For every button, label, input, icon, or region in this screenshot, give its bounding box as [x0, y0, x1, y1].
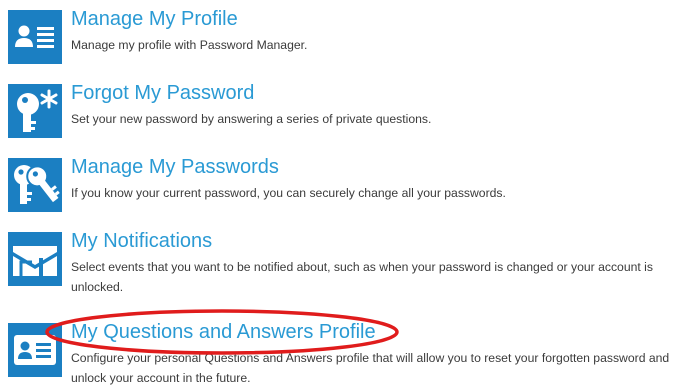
profile-card-icon[interactable]: [8, 323, 62, 377]
forgot-my-password-link[interactable]: Forgot My Password: [71, 80, 254, 106]
manage-my-profile-link[interactable]: Manage My Profile: [71, 6, 238, 32]
key-asterisk-icon[interactable]: [8, 84, 62, 138]
my-notifications-link[interactable]: My Notifications: [71, 228, 212, 254]
my-questions-and-answers-profile-description: Configure your personal Questions and An…: [71, 351, 670, 385]
menu-item-manage-my-profile[interactable]: Manage My Profile Manage my profile with…: [8, 8, 684, 68]
mail-notification-icon[interactable]: [8, 232, 62, 286]
id-card-icon[interactable]: [8, 10, 62, 64]
my-questions-and-answers-profile-link[interactable]: My Questions and Answers Profile: [71, 319, 376, 345]
forgot-my-password-description: Set your new password by answering a ser…: [71, 112, 432, 126]
my-notifications-description: Select events that you want to be notifi…: [71, 260, 653, 294]
keys-icon[interactable]: [8, 158, 62, 212]
manage-my-profile-description: Manage my profile with Password Manager.: [71, 38, 308, 52]
manage-my-passwords-description: If you know your current password, you c…: [71, 186, 506, 200]
menu-item-my-notifications[interactable]: My Notifications Select events that you …: [8, 228, 684, 294]
menu-item-forgot-my-password[interactable]: Forgot My Password Set your new password…: [8, 82, 684, 142]
menu-item-manage-my-passwords[interactable]: Manage My Passwords If you know your cur…: [8, 156, 684, 216]
manage-my-passwords-link[interactable]: Manage My Passwords: [71, 154, 279, 180]
menu-item-my-questions-and-answers-profile[interactable]: My Questions and Answers Profile Configu…: [8, 319, 684, 385]
